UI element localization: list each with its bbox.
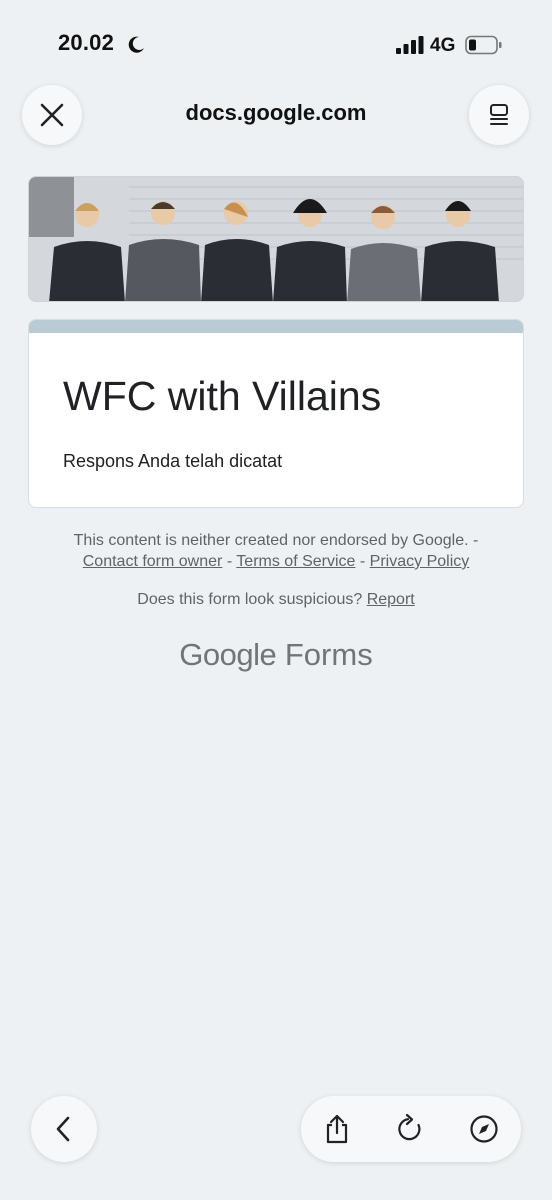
suspicious-text: Does this form look suspicious? [137, 591, 363, 608]
contact-form-owner-link[interactable]: Contact form owner [83, 553, 223, 570]
back-button[interactable] [31, 1096, 97, 1162]
compass-icon[interactable] [468, 1113, 500, 1145]
signal-icon [396, 36, 424, 54]
group-photo-image [29, 177, 523, 301]
share-icon[interactable] [321, 1113, 353, 1145]
suspicious-line: Does this form look suspicious? Report [0, 591, 552, 609]
link-separator: - [359, 553, 366, 570]
privacy-policy-link[interactable]: Privacy Policy [370, 553, 470, 570]
header-image [28, 176, 524, 302]
form-title: WFC with Villains [63, 373, 382, 419]
google-forms-logo[interactable]: Google Forms [0, 637, 552, 673]
status-bar: 20.02 4G [0, 0, 552, 80]
network-type: 4G [430, 35, 456, 56]
terms-of-service-link[interactable]: Terms of Service [236, 553, 355, 570]
response-confirmation: Respons Anda telah dicatat [63, 451, 283, 471]
tabs-icon [490, 104, 508, 125]
back-icon [56, 1116, 70, 1142]
form-card: WFC with Villains Respons Anda telah dic… [28, 319, 524, 508]
reload-icon[interactable] [394, 1113, 426, 1145]
bottom-toolbar [301, 1096, 521, 1162]
status-time: 20.02 [58, 30, 115, 55]
brand-forms: Forms [284, 637, 373, 672]
report-link[interactable]: Report [367, 591, 415, 608]
link-separator: - [226, 553, 233, 570]
brand-google: Google [179, 637, 277, 672]
footer-links: Contact form owner - Terms of Service - … [0, 553, 552, 571]
battery-icon [465, 35, 502, 55]
moon-icon [128, 36, 144, 53]
card-accent-bar [29, 320, 523, 333]
disclaimer-text: This content is neither created nor endo… [73, 532, 479, 549]
tabs-button[interactable] [469, 85, 529, 145]
